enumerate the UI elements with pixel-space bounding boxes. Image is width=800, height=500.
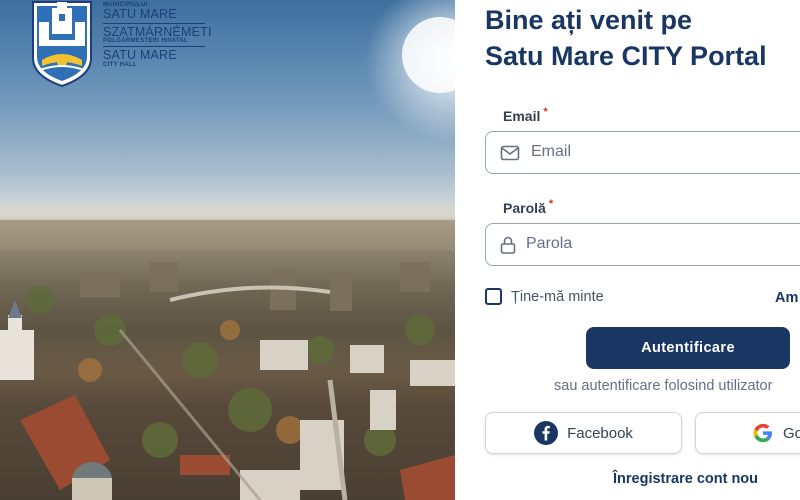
- email-field[interactable]: [485, 131, 800, 174]
- email-label: Email *: [503, 106, 548, 124]
- facebook-icon: [534, 421, 559, 445]
- city-hall-logo: MUNICIPIULUI SATU MARE SZATMÁRNÉMETI POL…: [30, 0, 230, 90]
- remember-me[interactable]: Ține-mă minte: [485, 288, 604, 305]
- logo-divider: [103, 46, 205, 47]
- google-login-button[interactable]: Google: [695, 412, 800, 454]
- mail-icon: [500, 145, 520, 161]
- alt-login-text: sau autentificare folosind utilizator: [554, 378, 773, 394]
- logo-line2-big: SZATMÁRNÉMETI: [103, 24, 212, 39]
- title-line2: Satu Mare CITY Portal: [485, 41, 767, 71]
- password-label: Parolă *: [503, 198, 553, 216]
- logo-line1-big: SATU MARE: [103, 7, 177, 21]
- title-line1: Bine ați venit pe: [485, 5, 693, 35]
- logo-line3-small: CITY HALL: [103, 61, 137, 68]
- login-panel: Bine ați venit pe Satu Mare CITY Portal …: [455, 0, 800, 500]
- lock-icon: [500, 236, 516, 254]
- facebook-label: Facebook: [567, 424, 633, 442]
- email-input[interactable]: [531, 140, 800, 164]
- crest-icon: [32, 1, 92, 88]
- facebook-login-button[interactable]: Facebook: [485, 412, 682, 454]
- remember-checkbox[interactable]: [485, 288, 502, 305]
- password-input[interactable]: [526, 232, 800, 256]
- required-mark: *: [543, 106, 548, 118]
- required-mark: *: [548, 198, 554, 210]
- page-title: Bine ați venit pe Satu Mare CITY Portal: [485, 2, 800, 74]
- password-label-text: Parolă: [503, 200, 546, 216]
- email-label-text: Email: [503, 108, 541, 124]
- logo-divider: [103, 22, 205, 24]
- logo-text: MUNICIPIULUI SATU MARE SZATMÁRNÉMETI POL…: [103, 2, 212, 68]
- logo-line3-big: SATU MARE: [103, 48, 177, 62]
- google-label: Google: [783, 424, 800, 442]
- logo-line2-small: POLGÁRMESTERI HIVATAL: [103, 38, 188, 44]
- forgot-password-link[interactable]: Am: [775, 290, 798, 306]
- register-link[interactable]: Înregistrare cont nou: [613, 471, 758, 487]
- login-button[interactable]: Autentificare: [586, 327, 790, 369]
- remember-label: Ține-mă minte: [511, 288, 604, 305]
- google-icon: [753, 423, 772, 443]
- password-field[interactable]: [485, 223, 800, 266]
- city-photo: MUNICIPIULUI SATU MARE SZATMÁRNÉMETI POL…: [0, 0, 455, 500]
